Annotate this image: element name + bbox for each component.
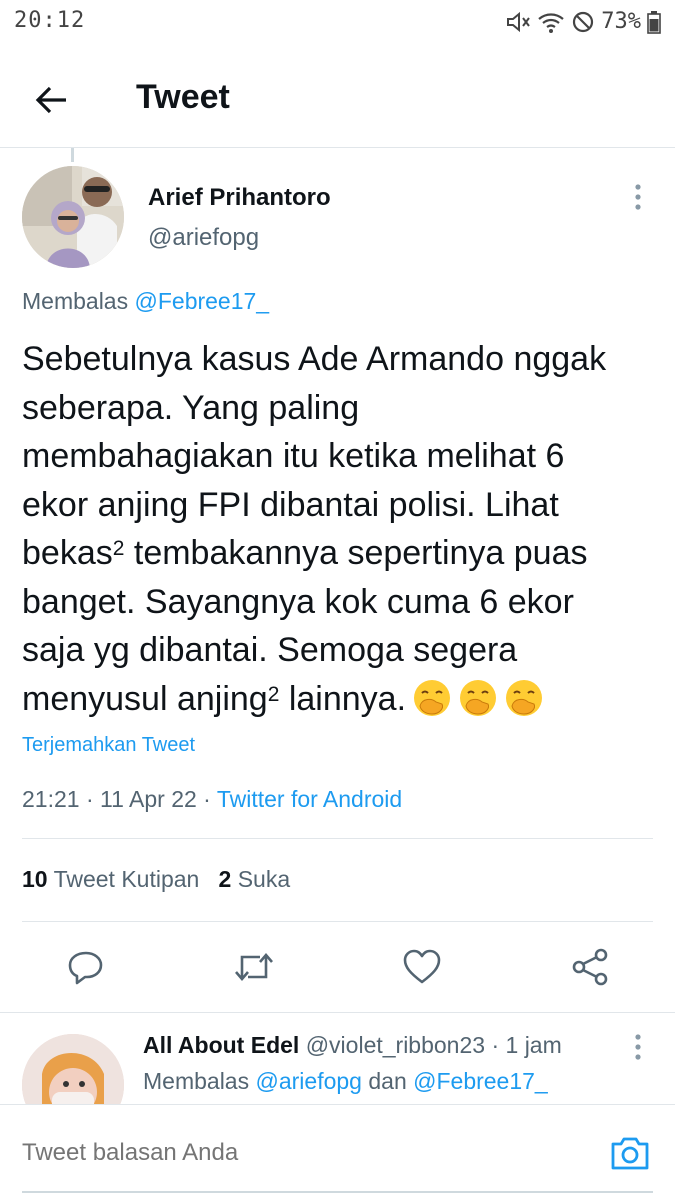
like-count: 2 (218, 866, 232, 892)
app-header: Tweet (0, 52, 675, 148)
reply-input[interactable] (22, 1139, 562, 1167)
tweet-line: banget. Sayangnya kok cuma 6 ekor (22, 582, 574, 621)
status-bar: 20:12 73% (0, 0, 675, 48)
tweet-text: Sebetulnya kasus Ade Armando nggak seber… (22, 335, 662, 723)
meta-separator: · (85, 786, 94, 812)
meta-separator: · (491, 1032, 500, 1058)
replying-to-handle[interactable]: @Febree17_ (135, 288, 270, 314)
tweet-line: ekor anjing FPI dibantai polisi. Lihat (22, 485, 559, 524)
replying-to: Membalas @Febree17_ (22, 288, 269, 315)
tweet-line: saja yg dibantai. Semoga segera (22, 631, 518, 669)
tweet-time: 21:21 (22, 786, 80, 812)
wifi-icon (537, 10, 565, 34)
thread-connector-line (71, 148, 74, 162)
tweet-source-link[interactable]: Twitter for Android (217, 786, 402, 812)
battery-icon (647, 10, 661, 34)
author-avatar[interactable] (22, 166, 124, 268)
retweet-button[interactable] (232, 945, 276, 989)
tweet-line: seberapa. Yang paling (22, 388, 360, 427)
section-separator (0, 1012, 675, 1013)
face-with-hand-over-mouth-emoji (414, 679, 451, 716)
author-handle[interactable]: @ariefopg (148, 224, 259, 252)
quote-tweets-stat[interactable]: 10 Tweet Kutipan (22, 866, 199, 892)
like-button[interactable] (400, 945, 444, 989)
reply-author-handle[interactable]: @violet_ribbon23 (306, 1032, 485, 1058)
arrow-left-icon (35, 86, 66, 114)
status-icons: 73% (505, 9, 661, 34)
mute-icon (505, 10, 531, 34)
reply-composer (0, 1104, 675, 1200)
author-name[interactable]: Arief Prihantoro (148, 184, 331, 212)
replying-to-handle[interactable]: @Febree17_ (413, 1068, 548, 1094)
replying-to-handle[interactable]: @ariefopg (256, 1068, 362, 1094)
reply-replying-to: Membalas @ariefopg dan @Febree17_ (143, 1068, 548, 1095)
tweet-line: Sebetulnya kasus Ade Armando nggak (22, 340, 607, 378)
divider (22, 838, 653, 839)
reply-author-name[interactable]: All About Edel (143, 1032, 299, 1058)
page-title: Tweet (136, 78, 230, 116)
reply-icon (68, 951, 103, 985)
reply-time-ago: 1 jam (505, 1032, 562, 1058)
tweet-metadata: 21:21 · 11 Apr 22 · Twitter for Android (22, 786, 402, 813)
input-underline (22, 1191, 653, 1193)
reply-button[interactable] (64, 945, 108, 989)
tweet-date: 11 Apr 22 (100, 786, 197, 812)
camera-icon (611, 1137, 649, 1170)
tweet-line: lainnya. (279, 679, 407, 718)
replying-to-label: Membalas (22, 288, 129, 314)
tweet-line: membahagiakan itu ketika melihat 6 (22, 437, 565, 475)
quote-label: Tweet Kutipan (53, 866, 200, 892)
retweet-icon (235, 953, 273, 981)
dnd-icon (571, 10, 595, 34)
tweet-stats: 10 Tweet Kutipan 2 Suka (22, 866, 290, 893)
superscript: 2 (112, 537, 125, 560)
camera-button[interactable] (606, 1131, 654, 1175)
battery-percent: 73% (601, 9, 641, 34)
more-options-icon[interactable] (626, 182, 650, 212)
face-with-hand-over-mouth-emoji (506, 679, 543, 716)
likes-stat[interactable]: 2 Suka (219, 866, 291, 892)
tweet-line: bekas (22, 534, 113, 572)
share-button[interactable] (568, 945, 612, 989)
tweet-actions (0, 945, 675, 993)
divider (22, 921, 653, 922)
emoji-row (412, 678, 544, 718)
translate-tweet-link[interactable]: Terjemahkan Tweet (22, 734, 195, 757)
quote-count: 10 (22, 866, 48, 892)
like-icon (403, 949, 441, 984)
reply-header: All About Edel @violet_ribbon23 · 1 jam (143, 1032, 562, 1059)
tweet-line: tembakannya sepertinya puas (124, 534, 588, 572)
reply-more-options-icon[interactable] (626, 1032, 650, 1062)
replying-to-label: Membalas (143, 1068, 250, 1094)
like-label: Suka (237, 866, 291, 892)
status-time: 20:12 (14, 8, 86, 33)
replying-to-conjunction: dan (368, 1068, 407, 1094)
meta-separator: · (203, 786, 211, 812)
share-icon (572, 948, 608, 986)
tweet-line: menyusul anjing (22, 679, 268, 718)
face-with-hand-over-mouth-emoji (460, 679, 497, 716)
back-button[interactable] (26, 74, 78, 126)
superscript: 2 (267, 682, 280, 706)
